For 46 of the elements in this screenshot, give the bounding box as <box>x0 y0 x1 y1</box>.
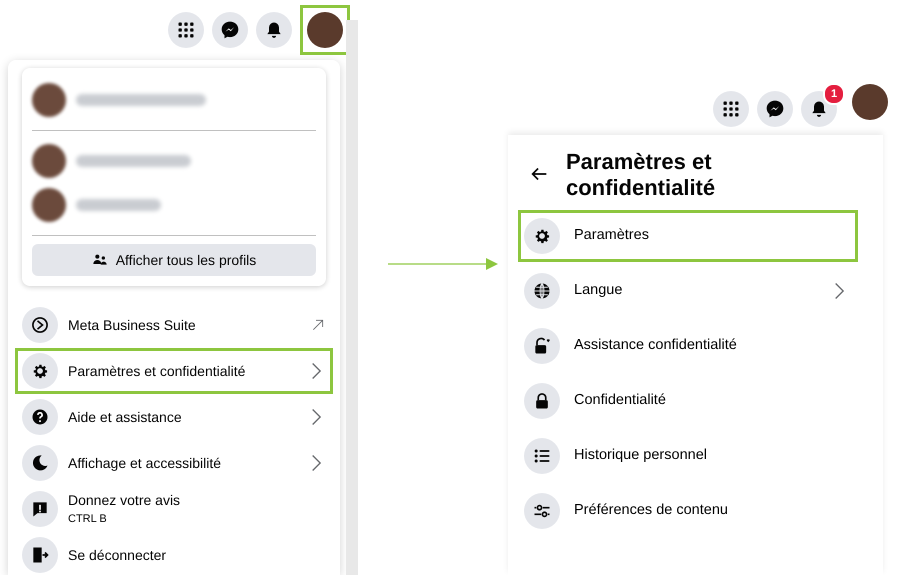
menu-item-label: Paramètres et confidentialité <box>68 362 246 378</box>
menu-item[interactable]: Langue <box>518 264 858 317</box>
business-suite-icon <box>30 315 50 335</box>
menu-item[interactable]: Assistance confidentialité <box>518 320 858 372</box>
blurred-avatar <box>32 188 66 222</box>
menu-item[interactable]: Affichage et accessibilité <box>15 440 333 486</box>
bell-button[interactable] <box>256 12 292 48</box>
grid-button[interactable] <box>168 12 204 48</box>
menu-item[interactable]: Historique personnel <box>518 430 858 482</box>
notification-count: 1 <box>823 83 845 105</box>
menu-item[interactable]: Aide et assistance <box>15 394 333 440</box>
shortcut-text: CTRL B <box>68 512 108 528</box>
menu-item[interactable]: Paramètres <box>518 210 858 262</box>
menu-item-label: Meta Business Suite <box>68 316 196 332</box>
grid-button[interactable] <box>713 91 749 127</box>
menu-item-label: Aide et assistance <box>68 408 182 424</box>
menu-item-label: Donnez votre avis <box>68 492 180 508</box>
arrow-icon <box>388 256 500 270</box>
globe-icon <box>532 280 552 301</box>
menu-item[interactable]: Confidentialité <box>518 374 858 427</box>
menu-item-label: Assistance confidentialité <box>574 336 738 355</box>
show-all-profiles-button[interactable]: Afficher tous les profils <box>32 244 316 276</box>
panel-title: Paramètres et confidentialité <box>566 149 716 202</box>
menu-item-label: Confidentialité <box>574 390 667 410</box>
menu-item[interactable]: Paramètres et confidentialité <box>15 348 333 394</box>
menu-item-label: Langue <box>574 280 624 300</box>
chat-bubble-icon <box>220 20 240 40</box>
grid-icon <box>721 99 741 119</box>
blurred-avatar <box>32 144 66 178</box>
help-icon <box>30 407 50 427</box>
menu-item-label: Préférences de contenu <box>574 500 729 520</box>
menu-item[interactable]: Préférences de contenu <box>518 484 858 537</box>
blurred-avatar <box>32 83 66 117</box>
menu-item-label: Se déconnecter <box>68 546 166 562</box>
chat-bubble-icon <box>765 99 785 119</box>
menu-item-label: Affichage et accessibilité <box>68 454 222 470</box>
messenger-button[interactable] <box>757 91 793 127</box>
menu-item[interactable]: Donnez votre avis CTRL B <box>15 486 333 532</box>
scrollbar[interactable] <box>346 20 358 575</box>
menu-item[interactable]: Se déconnecter <box>15 532 333 575</box>
menu-item[interactable]: Meta Business Suite <box>15 302 333 348</box>
menu-item-label: Historique personnel <box>574 446 708 465</box>
grid-icon <box>176 20 196 40</box>
menu-item-label: Paramètres <box>574 226 650 245</box>
messenger-button[interactable] <box>212 12 248 48</box>
moon-icon <box>30 453 50 473</box>
